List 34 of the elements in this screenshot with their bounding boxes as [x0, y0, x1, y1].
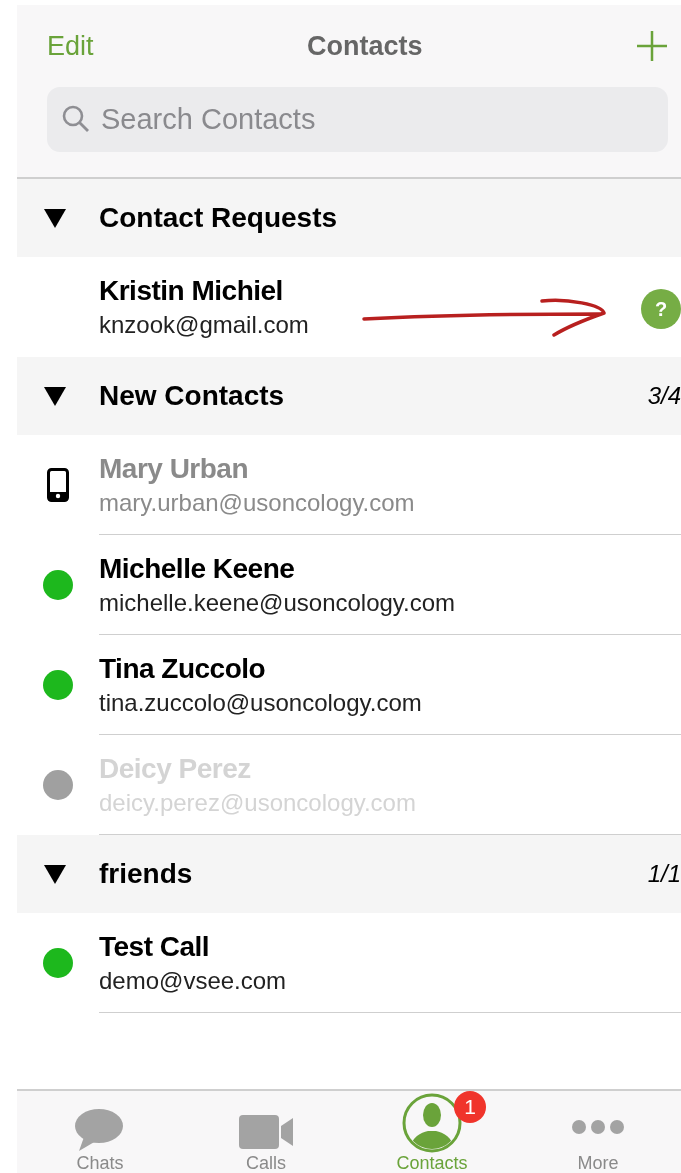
- contact-row[interactable]: Mary Urban mary.urban@usoncology.com: [17, 435, 681, 535]
- section-title: Contact Requests: [99, 202, 339, 234]
- contact-email: michelle.keene@usoncology.com: [99, 588, 456, 617]
- contact-name: Tina Zuccolo: [99, 652, 266, 685]
- contact-row[interactable]: Kristin Michiel knzook@gmail.com ?: [17, 257, 681, 357]
- section-header[interactable]: friends 1/1: [17, 835, 681, 913]
- contact-name: Michelle Keene: [99, 552, 295, 585]
- section-count: 3/4: [647, 382, 681, 410]
- section-count: 1/1: [647, 860, 681, 888]
- contact-row[interactable]: Tina Zuccolo tina.zuccolo@usoncology.com: [17, 635, 681, 735]
- contact-name: Kristin Michiel: [99, 275, 283, 307]
- screen-title: Contacts: [307, 30, 423, 62]
- tab-item[interactable]: Calls: [183, 1091, 349, 1173]
- section-title: friends: [99, 858, 194, 890]
- contact-email: demo@vsee.com: [99, 966, 287, 995]
- tab-item[interactable]: More: [515, 1091, 681, 1173]
- contact-name: Mary Urban: [99, 452, 249, 485]
- section-header[interactable]: Contact Requests: [17, 179, 681, 257]
- notification-badge: 1: [454, 1091, 486, 1123]
- section-title: New Contacts: [99, 380, 286, 412]
- add-icon[interactable]: [636, 30, 668, 62]
- contact-email: tina.zuccolo@usoncology.com: [99, 688, 422, 717]
- tab-item[interactable]: Chats: [17, 1091, 183, 1173]
- contact-row[interactable]: Michelle Keene michelle.keene@usoncology.com: [17, 535, 681, 635]
- contact-row[interactable]: Test Call demo@vsee.com: [17, 913, 681, 1013]
- contact-email: knzook@gmail.com: [99, 311, 309, 339]
- section-header[interactable]: New Contacts 3/4: [17, 357, 681, 435]
- edit-button[interactable]: Edit: [47, 30, 94, 62]
- more-icon: [571, 1119, 625, 1135]
- contact-email: mary.urban@usoncology.com: [99, 488, 415, 517]
- contact-name: Test Call: [99, 930, 210, 963]
- search-field[interactable]: Search Contacts: [47, 87, 668, 152]
- tab-item[interactable]: 1 Contacts: [349, 1091, 515, 1173]
- request-badge[interactable]: ?: [641, 289, 681, 329]
